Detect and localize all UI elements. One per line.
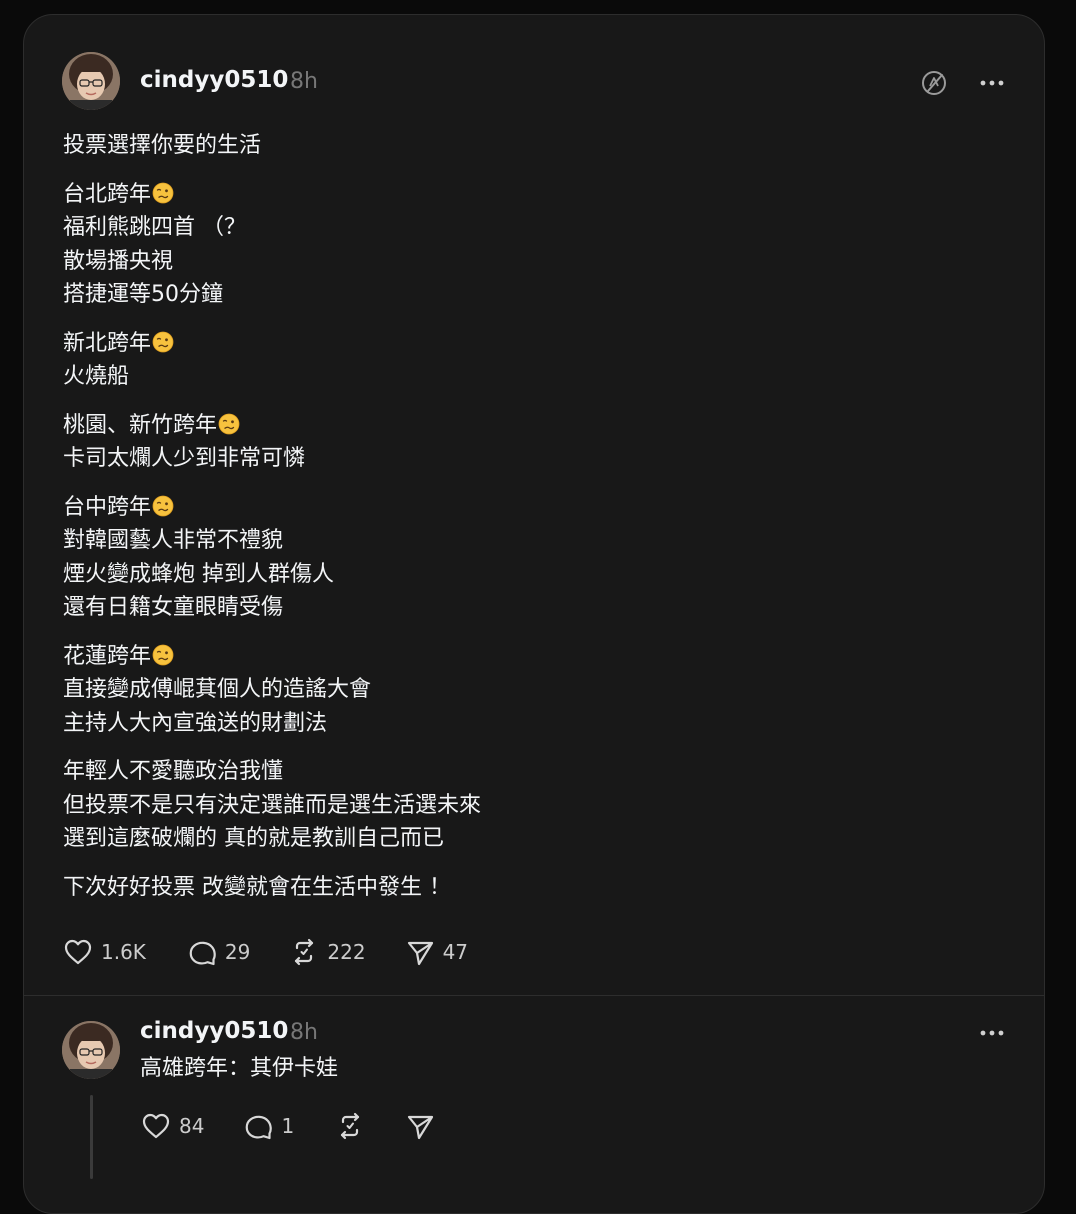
post-line-text: 還有日籍女童眼睛受傷 — [63, 595, 284, 620]
repost-icon — [341, 1112, 360, 1140]
share-button[interactable] — [404, 1110, 436, 1142]
post-line: 新北跨年 — [63, 327, 1003, 361]
divider — [24, 995, 1044, 996]
post-paragraph: 投票選擇你要的生活 — [63, 129, 1003, 163]
comment-bubble-icon — [189, 941, 216, 966]
post-line-text: 台北跨年 — [63, 181, 152, 207]
post-card: cindyy0510 8h 投票選擇你要的生活 台北跨年福利熊跳四首 （？ 散場播央… — [23, 14, 1045, 1214]
share-count: 47 — [442, 940, 469, 964]
post-username[interactable]: cindyy0510 — [140, 67, 288, 93]
post-line: 散場播央視 — [63, 245, 1003, 279]
post-line: 搭捷運等50分鐘 — [63, 278, 1003, 312]
post-line: 台中跨年 — [63, 491, 1003, 525]
post-line-text: 下次好好投票 改變就會在生活中發生 ！ — [63, 874, 451, 900]
reply-text: 高雄跨年：其伊卡娃 — [140, 1056, 339, 1081]
post-line-text: 年輕人不愛聽政治我懂 — [63, 759, 284, 784]
post-line-text: 卡司太爛人少到非常可憐 — [63, 446, 306, 471]
post-paragraph: 下次好好投票 改變就會在生活中發生 ！ — [63, 871, 1003, 905]
post-line: 對韓國藝人非常不禮貌 — [63, 524, 1003, 558]
avatar-image — [62, 1021, 120, 1079]
send-icon — [408, 1115, 434, 1140]
woozy-face-emoji — [152, 643, 174, 665]
post-paragraph: 台北跨年福利熊跳四首 （？ 散場播央視搭捷運等50分鐘 — [63, 178, 1003, 312]
repost-count: 222 — [327, 940, 366, 964]
woozy-face-emoji — [218, 412, 240, 434]
woozy-face-emoji — [152, 330, 174, 352]
post-line-text: 花蓮跨年 — [63, 643, 152, 669]
post-line: 卡司太爛人少到非常可憐 — [63, 442, 1003, 476]
post-line-text: 桃園、新竹跨年 — [63, 412, 218, 438]
like-count: 1.6K — [101, 940, 146, 964]
post-line: 福利熊跳四首 （？ — [63, 211, 1003, 245]
post-line-text: 直接變成傅崐萁個人的造謠大會 — [63, 677, 372, 702]
comment-button[interactable]: 29 — [186, 936, 250, 968]
repost-button[interactable] — [334, 1110, 366, 1142]
reply-avatar[interactable] — [62, 1021, 120, 1079]
reply-actions: 84 1 — [140, 1110, 436, 1142]
more-dots-icon[interactable] — [974, 65, 1010, 101]
share-button[interactable]: 47 — [404, 936, 468, 968]
heart-icon — [142, 1113, 170, 1139]
post-line: 選到這麼破爛的 真的就是教訓自己而已 — [63, 822, 1003, 856]
post-line: 主持人大內宣強送的財劃法 — [63, 707, 1003, 741]
post-line-text: 投票選擇你要的生活 — [63, 133, 262, 158]
thread-line — [90, 1095, 93, 1179]
post-line-text: 主持人大內宣強送的財劃法 — [63, 710, 328, 736]
avatar-image — [62, 52, 120, 110]
post-paragraph: 桃園、新竹跨年卡司太爛人少到非常可憐 — [63, 409, 1003, 476]
more-dots-icon[interactable] — [974, 1015, 1010, 1051]
post-line: 但投票不是只有決定選誰而是選生活選未來 — [63, 789, 1003, 823]
post-paragraph: 台中跨年對韓國藝人非常不禮貌煙火變成蜂炮 掉到人群傷人 還有日籍女童眼睛受傷 — [63, 491, 1003, 625]
reply-time: 8h — [290, 1020, 318, 1045]
post-line-text: 煙火變成蜂炮 掉到人群傷人 — [63, 561, 334, 587]
repost-button[interactable]: 222 — [288, 936, 366, 968]
post-body: 投票選擇你要的生活 台北跨年福利熊跳四首 （？ 散場播央視搭捷運等50分鐘 新北跨年火… — [63, 129, 1003, 919]
post-paragraph: 新北跨年 火燒船 — [63, 327, 1003, 394]
no-translate-icon[interactable] — [916, 65, 952, 101]
heart-icon — [64, 939, 92, 965]
post-line: 桃園、新竹跨年 — [63, 409, 1003, 443]
post-line: 投票選擇你要的生活 — [63, 129, 1003, 163]
post-line-text: 散場播央視 — [63, 248, 174, 274]
post-paragraph: 年輕人不愛聽政治我懂但投票不是只有決定選誰而是選生活選未來 選到這麼破爛的 真的就… — [63, 755, 1003, 856]
post-line: 煙火變成蜂炮 掉到人群傷人 — [63, 558, 1003, 592]
post-line-text: 選到這麼破爛的 真的就是教訓自己而已 — [63, 826, 444, 851]
comment-count: 1 — [281, 1114, 295, 1138]
comment-bubble-icon — [246, 1115, 273, 1140]
post-line-text: 但投票不是只有決定選誰而是選生活選未來 — [63, 792, 482, 818]
reply-username[interactable]: cindyy0510 — [140, 1018, 288, 1044]
post-line-text: 新北跨年 — [63, 330, 152, 356]
post-paragraph: 花蓮跨年直接變成傅崐萁個人的造謠大會 主持人大內宣強送的財劃法 — [63, 640, 1003, 741]
post-line: 台北跨年 — [63, 178, 1003, 212]
post-line-text: 台中跨年 — [63, 494, 152, 520]
post-line-text: 火燒船 — [63, 364, 130, 389]
post-line: 下次好好投票 改變就會在生活中發生 ！ — [63, 871, 1003, 905]
like-button[interactable]: 1.6K — [62, 936, 146, 968]
post-line-text: 對韓國藝人非常不禮貌 — [63, 528, 284, 553]
post-time: 8h — [290, 69, 318, 94]
post-actions: 1.6K 29 222 47 — [62, 936, 468, 968]
post-line-text: 福利熊跳四首 （？ — [63, 215, 246, 240]
post-line: 還有日籍女童眼睛受傷 — [63, 591, 1003, 625]
repost-icon — [295, 938, 314, 966]
comment-count: 29 — [224, 940, 251, 964]
woozy-face-emoji — [152, 494, 174, 516]
post-line-text: 搭捷運等50分鐘 — [63, 282, 223, 307]
post-line: 花蓮跨年 — [63, 640, 1003, 674]
like-count: 84 — [179, 1114, 205, 1138]
send-icon — [407, 941, 433, 966]
avatar[interactable] — [62, 52, 120, 110]
like-button[interactable]: 84 — [140, 1110, 204, 1142]
post-line: 直接變成傅崐萁個人的造謠大會 — [63, 673, 1003, 707]
woozy-face-emoji — [152, 181, 174, 203]
post-line: 年輕人不愛聽政治我懂 — [63, 755, 1003, 789]
comment-button[interactable]: 1 — [242, 1110, 294, 1142]
post-line: 火燒船 — [63, 360, 1003, 394]
